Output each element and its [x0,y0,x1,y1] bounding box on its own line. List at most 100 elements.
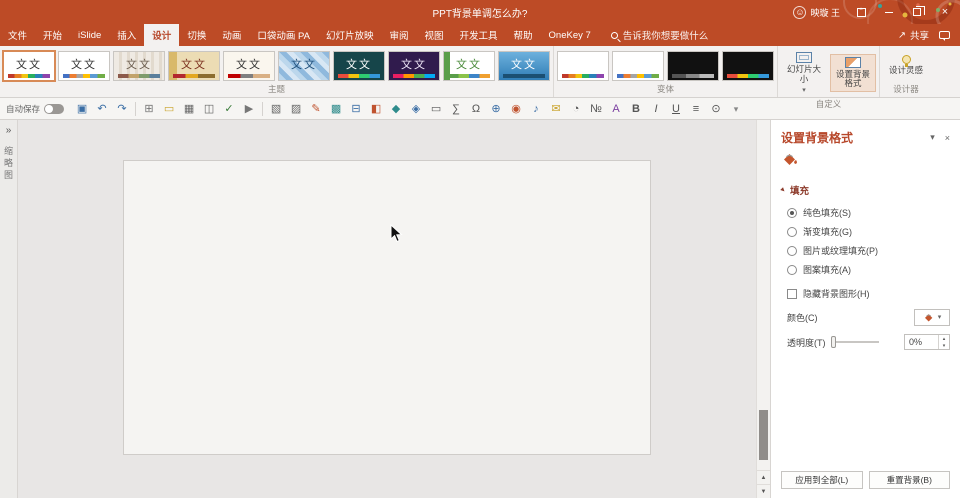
tab-help[interactable]: 帮助 [506,24,541,46]
comment-icon[interactable]: ✉ [546,99,566,119]
comments-icon[interactable] [939,31,950,41]
user-account[interactable]: ☺ 映璇 王 [793,5,840,19]
new-slide-icon[interactable]: ⊞ [139,99,159,119]
slide-canvas[interactable] [123,160,651,455]
theme-thumbnail-4[interactable]: 文文 [168,50,220,81]
shapes-icon[interactable]: ◆ [386,99,406,119]
scrollbar-thumb[interactable] [759,410,768,460]
theme-thumbnail-5[interactable]: 文文 [223,50,275,81]
share-button[interactable]: ↗ 共享 [898,28,929,43]
radio-pattern-fill[interactable]: 图案填充(A) [771,260,960,279]
more-commands-icon[interactable]: ▾ [726,99,746,119]
slide-number-icon[interactable]: № [586,99,606,119]
format-background-button[interactable]: 设置背景格式 [830,53,876,93]
italic-icon[interactable]: I [646,99,666,119]
radio-picture-texture-fill[interactable]: 图片或纹理填充(P) [771,241,960,260]
tab-home[interactable]: 开始 [35,24,70,46]
spin-down-icon[interactable]: ▾ [939,342,949,349]
slide-size-button[interactable]: 幻灯片大小 ▾ [781,49,827,97]
format-painter-icon[interactable]: ✎ [306,99,326,119]
theme-thumbnail-8[interactable]: 文文 [388,50,440,81]
radio-icon[interactable] [787,264,797,275]
print-preview-icon[interactable]: ◫ [199,99,219,119]
theme-thumbnail-6[interactable]: 文文 [278,50,330,81]
expand-pane-icon[interactable]: » [6,125,12,136]
radio-icon[interactable] [787,226,797,237]
tab-islide[interactable]: iSlide [70,24,109,46]
theme-thumbnail-7[interactable]: 文文 [333,50,385,81]
tab-slideshow[interactable]: 幻灯片放映 [318,24,382,46]
restore-button[interactable] [904,1,930,23]
next-slide-button[interactable]: ▼ [757,484,770,498]
text-box-icon[interactable]: ▭ [426,99,446,119]
checkbox-icon[interactable] [787,288,797,299]
radio-solid-fill[interactable]: 纯色填充(S) [771,203,960,222]
theme-thumbnail-2[interactable]: 文文 [58,50,110,81]
scrollbar-track[interactable] [757,120,770,470]
reset-background-button[interactable]: 重置背景(B) [868,471,950,489]
variant-thumbnail-2[interactable] [612,50,664,81]
checkbox-hide-background-graphics[interactable]: 隐藏背景图形(H) [771,284,960,303]
tab-developer[interactable]: 开发工具 [452,24,506,46]
align-icon[interactable]: ≡ [686,99,706,119]
paste-icon[interactable]: ▨ [286,99,306,119]
smartart-icon[interactable]: ◈ [406,99,426,119]
fill-section-header[interactable]: ▴ 填充 [771,173,960,203]
tab-design[interactable]: 设计 [144,24,180,46]
theme-thumbnail-9[interactable]: 文文 [443,50,495,81]
previous-slide-button[interactable]: ▲ [757,470,770,484]
tab-insert[interactable]: 插入 [109,24,144,46]
transparency-slider[interactable] [830,336,879,348]
slider-handle[interactable] [830,336,836,348]
table-icon[interactable]: ⊟ [346,99,366,119]
tab-animations[interactable]: 动画 [214,24,249,46]
copy-icon[interactable]: ▧ [266,99,286,119]
print-icon[interactable]: ▦ [179,99,199,119]
chart-icon[interactable]: ◧ [366,99,386,119]
transparency-spinner[interactable]: 0% ▴ ▾ [904,334,950,350]
undo-icon[interactable]: ↶ [92,99,112,119]
date-time-icon[interactable]: ◔ [566,99,586,119]
apply-to-all-button[interactable]: 应用到全部(L) [781,471,863,489]
theme-thumbnail-3[interactable]: 文文 [113,50,165,81]
equation-icon[interactable]: ∑ [446,99,466,119]
tab-pocket-animation[interactable]: 口袋动画 PA [249,24,318,46]
color-picker-button[interactable]: ▾ [914,309,950,326]
theme-thumbnail-1[interactable]: 文文 [2,49,56,82]
transparency-value[interactable]: 0% [905,335,938,349]
slideshow-icon[interactable]: ▶ [239,99,259,119]
tab-onekey[interactable]: OneKey 7 [541,24,599,46]
close-button[interactable]: × [932,1,958,23]
video-icon[interactable]: ◉ [506,99,526,119]
radio-icon[interactable] [787,207,797,218]
ribbon-display-options-button[interactable]: ^ [848,1,874,23]
picture-icon[interactable]: ▩ [326,99,346,119]
redo-icon[interactable]: ↷ [112,99,132,119]
zoom-icon[interactable]: ⊙ [706,99,726,119]
panel-options-chevron-icon[interactable]: ▾ [930,132,935,143]
tell-me-search[interactable]: 告诉我你想要做什么 [610,24,708,46]
theme-thumbnail-10[interactable]: 文文 [498,50,550,81]
variant-thumbnail-4[interactable] [722,50,774,81]
radio-gradient-fill[interactable]: 渐变填充(G) [771,222,960,241]
vertical-scrollbar[interactable]: ▲ ▼ [756,120,770,498]
open-icon[interactable]: ▭ [159,99,179,119]
tab-review[interactable]: 审阅 [381,24,416,46]
autosave-toggle[interactable] [44,103,65,114]
audio-icon[interactable]: ♪ [526,99,546,119]
hyperlink-icon[interactable]: ⊕ [486,99,506,119]
tab-transitions[interactable]: 切换 [179,24,214,46]
symbol-icon[interactable]: Ω [466,99,486,119]
underline-icon[interactable]: U [666,99,686,119]
spin-up-icon[interactable]: ▴ [939,335,949,342]
minimize-button[interactable] [876,1,902,23]
variant-thumbnail-3[interactable] [667,50,719,81]
tab-view[interactable]: 视图 [416,24,451,46]
radio-icon[interactable] [787,245,797,256]
autosave-control[interactable]: 自动保存 [6,103,65,115]
tab-file[interactable]: 文件 [0,24,35,46]
bold-icon[interactable]: B [626,99,646,119]
thumbnails-pane-collapsed[interactable]: » 缩略图 [0,120,18,498]
spelling-icon[interactable]: ✓ [219,99,239,119]
save-icon[interactable]: ▣ [72,99,92,119]
